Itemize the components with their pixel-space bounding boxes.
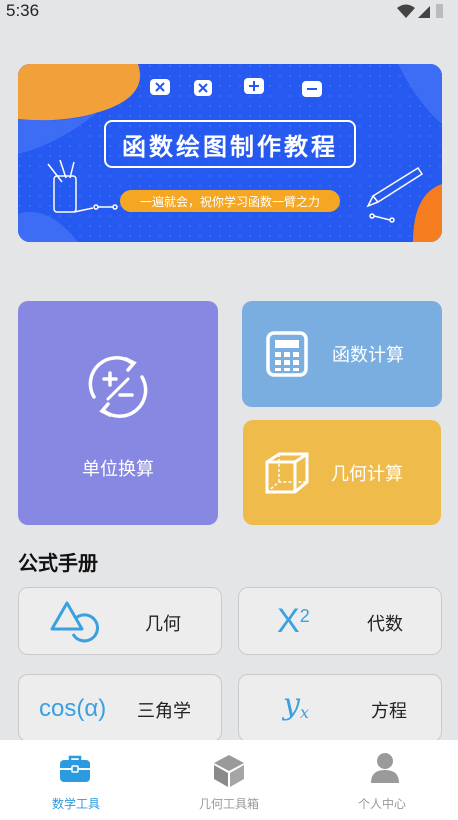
cube-icon: [214, 755, 244, 787]
formula-trig-label: 三角学: [137, 701, 191, 722]
formula-algebra-card[interactable]: X2 代数: [238, 587, 442, 655]
person-icon: [371, 753, 399, 783]
cos-alpha-icon: cos(α): [39, 695, 107, 722]
tab-math-tools-label: 数学工具: [51, 797, 100, 811]
section-title: 公式手册: [18, 551, 98, 575]
tab-personal-center[interactable]: 个人中心: [306, 740, 458, 820]
tab-geometry-toolbox[interactable]: 几何工具箱: [153, 740, 305, 820]
unit-conversion-card[interactable]: 单位换算: [18, 301, 218, 525]
formula-trig-card[interactable]: cos(α) 三角学: [18, 674, 222, 742]
subscript-symbol: x: [299, 703, 309, 723]
tab-math-tools[interactable]: 数学工具: [0, 740, 152, 820]
banner-title-box: 函数绘图制作教程: [104, 120, 356, 168]
formula-equation-card[interactable]: yx 方程: [238, 674, 442, 742]
formula-algebra-label: 代数: [367, 614, 403, 635]
status-time: 5:36: [6, 1, 40, 20]
geometry-calc-card[interactable]: 几何计算: [243, 420, 441, 525]
geometry-calc-label: 几何计算: [331, 463, 403, 485]
signal-icon: [418, 6, 430, 18]
formula-equation-label: 方程: [371, 701, 407, 722]
x-squared-icon: X2: [277, 602, 310, 641]
toolbox-icon: [60, 755, 90, 782]
status-icons: [397, 4, 443, 18]
function-calc-card[interactable]: 函数计算: [242, 301, 442, 407]
banner-title: 函数绘图制作教程: [122, 132, 338, 161]
cube-outline-icon: [265, 452, 309, 493]
tutorial-banner[interactable]: 函数绘图制作教程 一遍就会，祝你学习函数一臂之力: [18, 64, 442, 242]
wifi-icon: [397, 4, 415, 18]
unit-conversion-icon: [88, 356, 148, 418]
status-bar: 5:36: [0, 0, 458, 26]
formula-geometry-label: 几何: [145, 614, 181, 635]
banner-subtitle: 一遍就会，祝你学习函数一臂之力: [139, 194, 320, 209]
unit-conversion-label: 单位换算: [82, 459, 154, 480]
banner-subtitle-pill: 一遍就会，祝你学习函数一臂之力: [120, 190, 340, 212]
battery-icon: [436, 4, 443, 18]
tab-geometry-toolbox-label: 几何工具箱: [198, 797, 259, 811]
calculator-icon: [266, 331, 308, 377]
x-symbol: X: [277, 602, 300, 640]
y-sub-x-icon: yx: [283, 687, 309, 722]
y-symbol: y: [283, 687, 300, 722]
formula-geometry-card[interactable]: 几何: [18, 587, 222, 655]
triangle-circle-icon: [50, 601, 99, 643]
tab-personal-center-label: 个人中心: [357, 797, 406, 811]
exponent-symbol: 2: [299, 605, 310, 626]
function-calc-label: 函数计算: [332, 345, 404, 366]
bottom-tab-bar: 数学工具 几何工具箱 个人中心: [0, 740, 458, 820]
